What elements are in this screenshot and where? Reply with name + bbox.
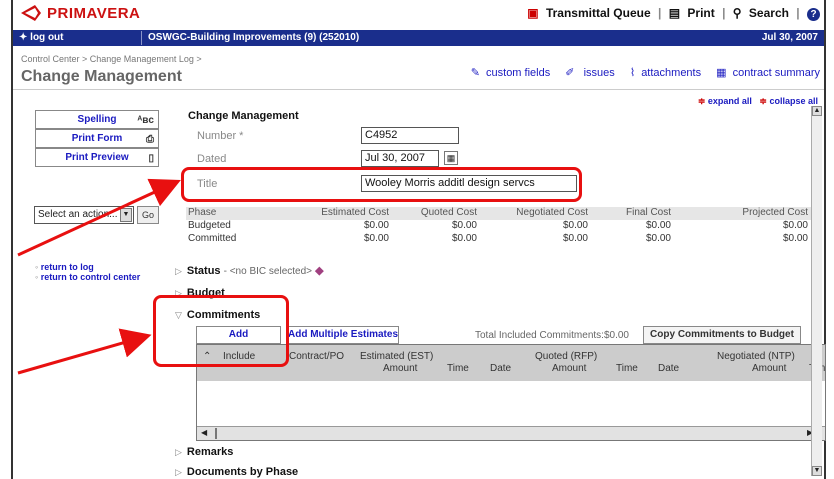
arrow-to-title xyxy=(17,178,181,257)
arrow-to-commitments xyxy=(17,328,152,375)
annotation-arrows xyxy=(17,178,181,375)
